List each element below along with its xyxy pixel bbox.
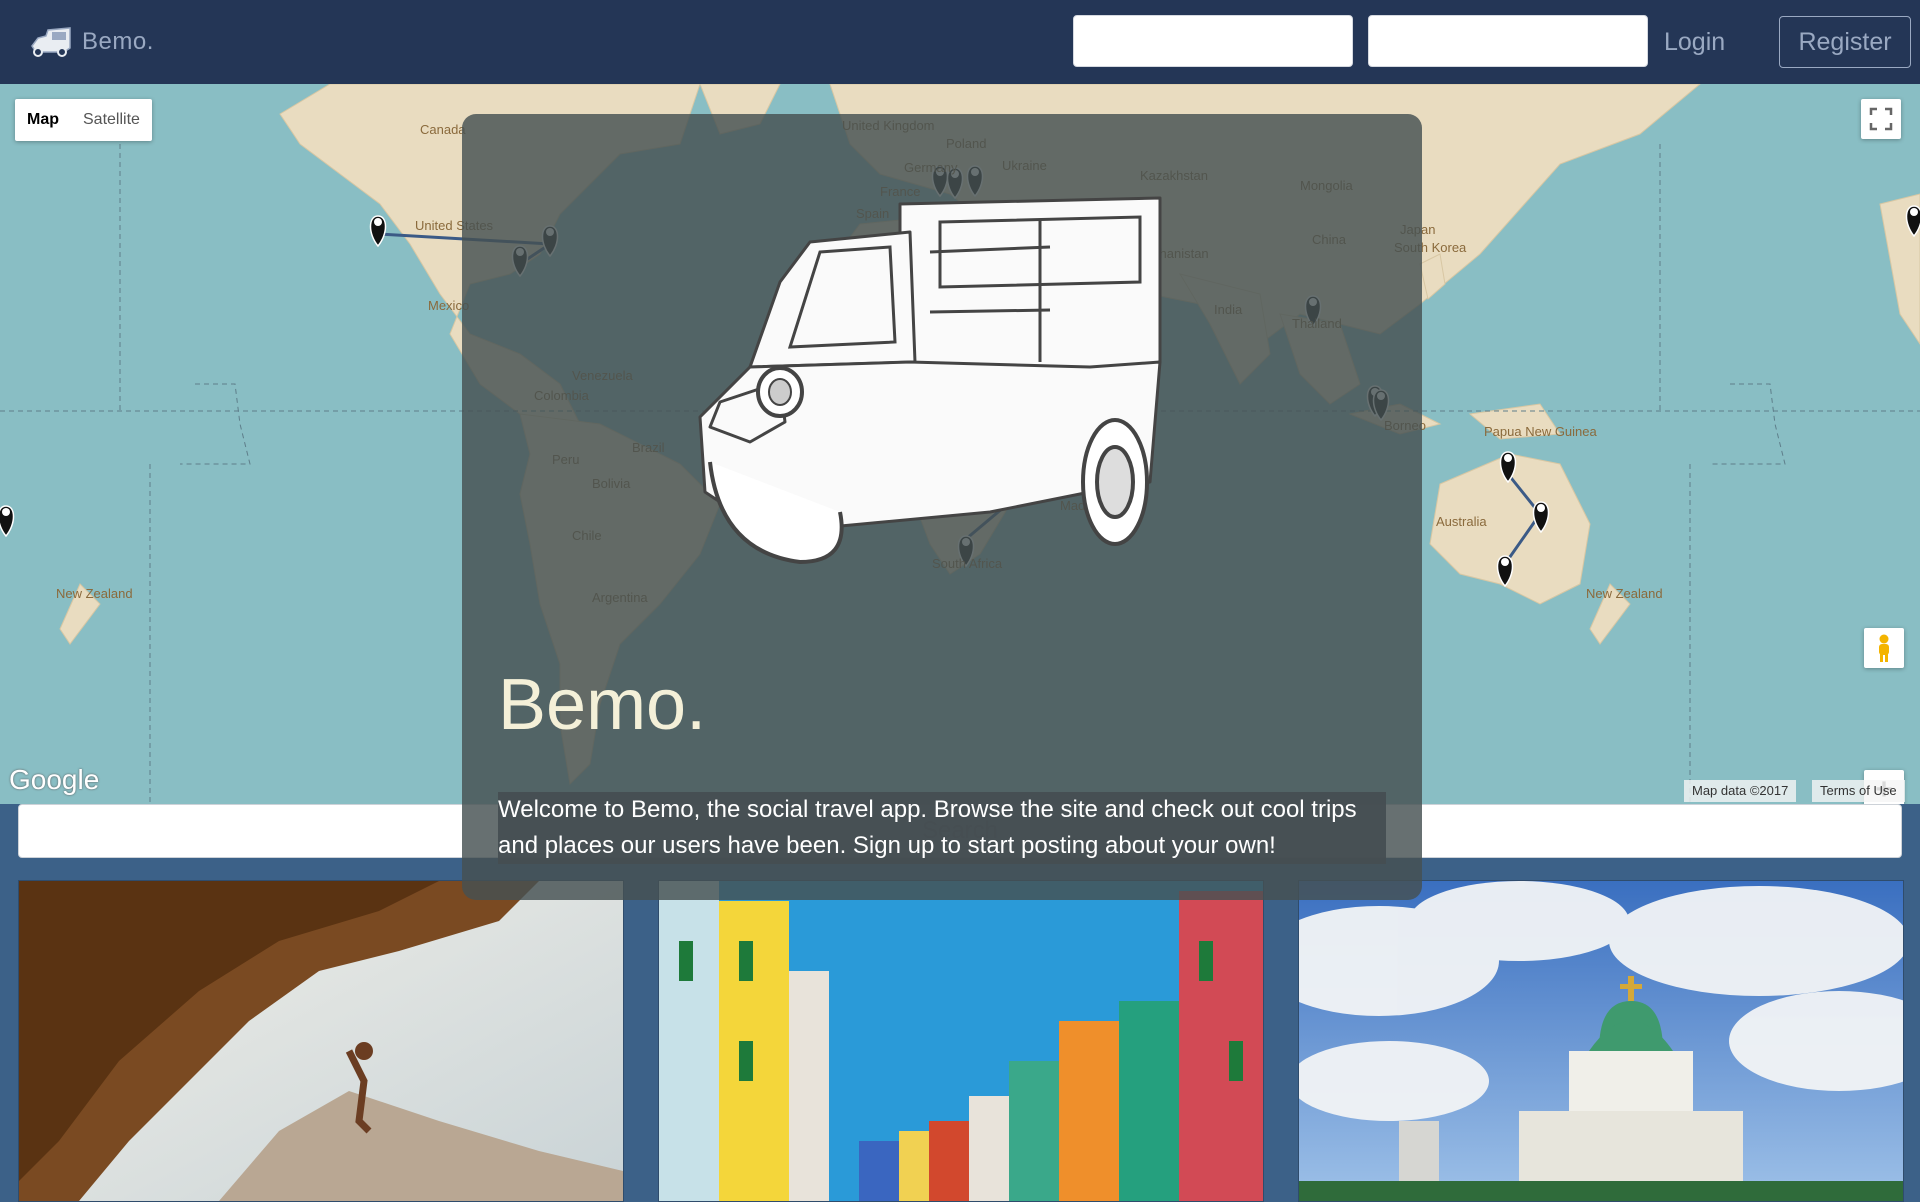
trip-card-cathedral[interactable] xyxy=(1298,880,1904,1202)
fullscreen-icon[interactable] xyxy=(1861,99,1901,139)
hero-title: Bemo. xyxy=(498,665,707,745)
username-input[interactable] xyxy=(1073,15,1353,67)
brand[interactable]: Bemo. xyxy=(28,22,154,62)
hero-panel: Bemo. Welcome to Bemo, the social travel… xyxy=(462,114,1422,900)
map-marker-icon xyxy=(369,215,387,248)
rock-climbing-photo xyxy=(19,881,623,1201)
brand-text: Bemo. xyxy=(82,28,154,55)
google-logo[interactable]: Google xyxy=(9,764,99,796)
tuk-tuk-logo-icon xyxy=(31,27,71,57)
trip-card-rock-climbing[interactable] xyxy=(18,880,624,1202)
map-country-label: Australia xyxy=(1436,514,1487,529)
terms-of-use-link[interactable]: Terms of Use xyxy=(1812,780,1905,802)
map-type-satellite-button[interactable]: Satellite xyxy=(71,99,152,141)
map-country-label: New Zealand xyxy=(1586,586,1663,601)
map-type-control: Map Satellite xyxy=(15,99,152,141)
cathedral-photo xyxy=(1299,881,1903,1201)
map-country-label: Papua New Guinea xyxy=(1484,424,1597,439)
password-input[interactable] xyxy=(1368,15,1648,67)
register-button[interactable]: Register xyxy=(1779,16,1911,68)
login-button[interactable]: Login xyxy=(1664,22,1725,62)
map-attribution: Map data ©2017 xyxy=(1684,780,1797,802)
navbar: Bemo. Login Register xyxy=(0,0,1920,84)
tuk-tuk-illustration-icon xyxy=(698,196,1162,565)
colorful-houses-photo xyxy=(659,881,1263,1201)
map-type-map-button[interactable]: Map xyxy=(15,99,71,141)
map-country-label: New Zealand xyxy=(56,586,133,601)
hero-welcome-text: Welcome to Bemo, the social travel app. … xyxy=(498,792,1386,864)
trip-card-colorful-houses[interactable] xyxy=(658,880,1264,1202)
street-view-pegman-icon[interactable] xyxy=(1864,628,1904,668)
map-country-label: Canada xyxy=(420,122,466,137)
